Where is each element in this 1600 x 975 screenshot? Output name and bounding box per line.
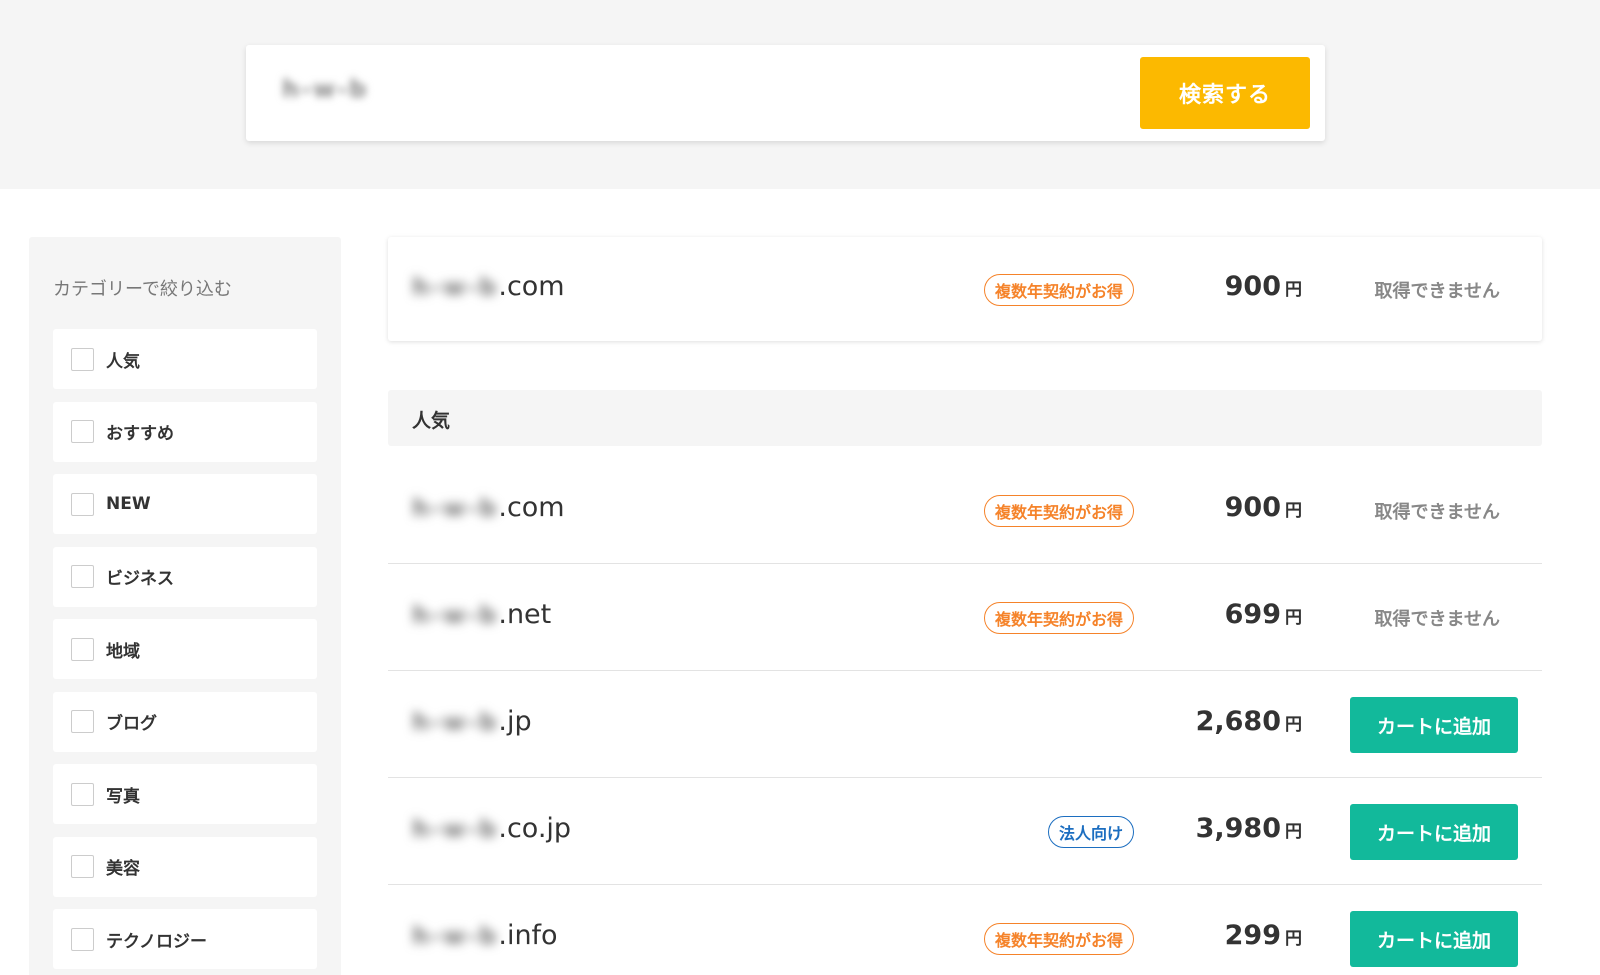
domain-tld: .net bbox=[498, 599, 552, 630]
price-value: 2,680 bbox=[1195, 706, 1281, 737]
domain-tld: .co.jp bbox=[498, 813, 572, 844]
unavailable-status: 取得できません bbox=[1374, 502, 1500, 523]
category-filter-sidebar: カテゴリーで絞り込む 人気おすすめ NEW ビジネス地域ブログ写真美容テクノロジー bbox=[29, 237, 341, 975]
result-row: h-w-b .info 複数年契約がお得 299 円 カートに追加 bbox=[388, 886, 1542, 975]
domain-label: h-w-b bbox=[412, 494, 499, 522]
unavailable-status: 取得できません bbox=[1374, 609, 1500, 630]
result-row: h-w-b .co.jp 法人向け 3,980 円 カートに追加 bbox=[388, 779, 1542, 885]
price-value: 900 bbox=[1224, 492, 1281, 523]
category-item[interactable]: ブログ bbox=[53, 691, 317, 752]
price: 3,980 円 bbox=[1196, 813, 1302, 844]
result-row: h-w-b .com 複数年契約がお得 900 円 取得できません bbox=[388, 458, 1542, 564]
currency-label: 円 bbox=[1285, 501, 1302, 521]
unavailable-status: 取得できません bbox=[1374, 281, 1500, 302]
domain-label: h-w-b bbox=[412, 922, 499, 950]
category-label: おすすめ bbox=[106, 424, 174, 444]
domain-name: h-w-b .info bbox=[412, 920, 558, 951]
featured-result-card: h-w-b .com 複数年契約がお得 900 円 取得できません bbox=[388, 237, 1542, 341]
currency-label: 円 bbox=[1285, 822, 1302, 842]
category-item[interactable]: 地域 bbox=[53, 619, 317, 679]
result-row: h-w-b .jp 2,680 円 カートに追加 bbox=[388, 672, 1542, 778]
category-checkbox[interactable] bbox=[71, 347, 94, 371]
domain-label: h-w-b bbox=[412, 815, 499, 843]
category-checkbox[interactable] bbox=[71, 855, 94, 878]
price-value: 699 bbox=[1224, 599, 1281, 630]
category-label: 人気 bbox=[106, 351, 140, 372]
result-row: h-w-b .net 複数年契約がお得 699 円 取得できません bbox=[388, 565, 1542, 671]
price: 900 円 bbox=[1225, 271, 1302, 302]
add-to-cart-button[interactable]: カートに追加 bbox=[1350, 697, 1518, 753]
search-button[interactable]: 検索する bbox=[1140, 57, 1310, 129]
domain-name: h-w-b .com bbox=[412, 492, 565, 523]
add-to-cart-button[interactable]: カートに追加 bbox=[1350, 911, 1518, 967]
multi-year-badge: 複数年契約がお得 bbox=[983, 602, 1134, 634]
currency-label: 円 bbox=[1285, 280, 1302, 300]
price-value: 900 bbox=[1224, 271, 1281, 302]
domain-tld: .com bbox=[498, 271, 565, 302]
domain-tld: .jp bbox=[498, 706, 532, 737]
category-item[interactable]: ビジネス bbox=[53, 546, 317, 607]
category-checkbox[interactable] bbox=[71, 782, 94, 806]
section-header: 人気 bbox=[388, 390, 1542, 446]
category-label: ブログ bbox=[106, 714, 157, 734]
price: 2,680 円 bbox=[1196, 706, 1302, 737]
search-area: h-w-b 検索する bbox=[0, 0, 1600, 189]
domain-name: h-w-b .jp bbox=[412, 706, 532, 737]
domain-label: h-w-b bbox=[412, 708, 499, 736]
category-label: テクノロジー bbox=[106, 931, 207, 952]
domain-name: h-w-b .com bbox=[412, 271, 565, 302]
domain-tld: .com bbox=[498, 492, 565, 523]
category-checkbox[interactable] bbox=[71, 927, 94, 951]
category-checkbox[interactable] bbox=[71, 492, 94, 516]
category-item[interactable]: 美容 bbox=[53, 836, 317, 897]
category-item[interactable]: 人気 bbox=[53, 329, 317, 389]
category-checkbox[interactable] bbox=[71, 637, 94, 661]
category-item[interactable]: NEW bbox=[53, 474, 317, 534]
category-label: 地域 bbox=[106, 641, 140, 662]
price-value: 299 bbox=[1224, 920, 1281, 951]
multi-year-badge: 複数年契約がお得 bbox=[983, 923, 1134, 955]
category-checkbox[interactable] bbox=[71, 710, 94, 733]
category-label: ビジネス bbox=[106, 569, 174, 589]
domain-label: h-w-b bbox=[412, 273, 499, 301]
price: 299 円 bbox=[1225, 920, 1302, 951]
domain-label: h-w-b bbox=[412, 601, 499, 629]
category-checkbox[interactable] bbox=[71, 420, 94, 443]
sidebar-title: カテゴリーで絞り込む bbox=[53, 279, 232, 300]
price-value: 3,980 bbox=[1195, 813, 1281, 844]
price: 699 円 bbox=[1225, 599, 1302, 630]
category-item[interactable]: おすすめ bbox=[53, 401, 317, 462]
multi-year-badge: 複数年契約がお得 bbox=[983, 495, 1134, 527]
domain-name: h-w-b .co.jp bbox=[412, 813, 571, 844]
currency-label: 円 bbox=[1285, 608, 1302, 628]
currency-label: 円 bbox=[1285, 715, 1302, 735]
category-label: 美容 bbox=[106, 859, 140, 879]
corporate-badge: 法人向け bbox=[1047, 816, 1134, 848]
category-label: 写真 bbox=[106, 786, 140, 807]
category-checkbox[interactable] bbox=[71, 565, 94, 588]
domain-tld: .info bbox=[498, 920, 558, 951]
search-input[interactable]: h-w-b bbox=[282, 75, 368, 103]
add-to-cart-button[interactable]: カートに追加 bbox=[1350, 804, 1518, 860]
search-box: h-w-b 検索する bbox=[246, 45, 1325, 141]
category-item[interactable]: テクノロジー bbox=[53, 909, 317, 969]
price: 900 円 bbox=[1225, 492, 1302, 523]
section-title: 人気 bbox=[412, 410, 451, 432]
domain-name: h-w-b .net bbox=[412, 599, 551, 630]
currency-label: 円 bbox=[1285, 929, 1302, 949]
category-item[interactable]: 写真 bbox=[53, 764, 317, 824]
multi-year-badge: 複数年契約がお得 bbox=[983, 274, 1134, 306]
category-label: NEW bbox=[106, 494, 151, 514]
